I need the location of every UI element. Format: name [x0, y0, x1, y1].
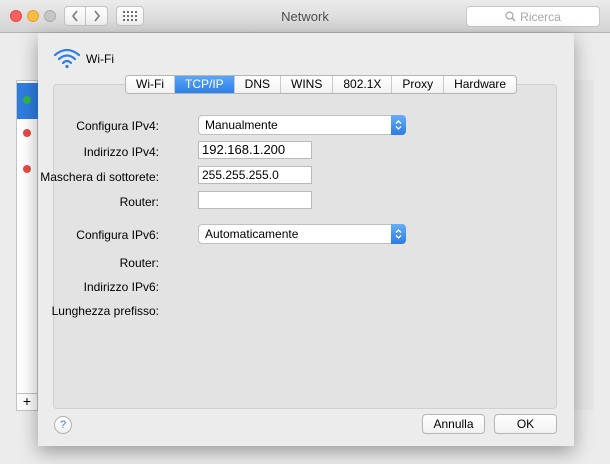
tab-hardware[interactable]: Hardware — [444, 76, 517, 93]
title-bar: Network Ricerca — [0, 0, 610, 33]
popup-arrows-icon — [391, 224, 406, 244]
configure-ipv4-value: Manualmente — [205, 118, 278, 132]
cancel-button[interactable]: Annulla — [422, 414, 485, 434]
interface-title: Wi-Fi — [86, 52, 114, 66]
status-dot-inactive — [23, 129, 31, 137]
tab-proxy[interactable]: Proxy — [392, 76, 445, 93]
tab-wins[interactable]: WINS — [281, 76, 334, 93]
status-dot-inactive — [23, 165, 31, 173]
configure-ipv4-label: Configura IPv4: — [76, 119, 159, 133]
ipv6-router-label: Router: — [119, 256, 159, 270]
ok-button[interactable]: OK — [494, 414, 557, 434]
prefix-length-label: Lunghezza prefisso: — [51, 304, 159, 318]
tab-dns[interactable]: DNS — [234, 76, 281, 93]
service-list[interactable] — [16, 80, 39, 410]
tab-bar: Wi-Fi TCP/IP DNS WINS 802.1X Proxy Hardw… — [125, 75, 518, 94]
ipv6-address-label: Indirizzo IPv6: — [83, 280, 159, 294]
tab-wifi[interactable]: Wi-Fi — [126, 76, 175, 93]
configure-ipv6-popup[interactable]: Automaticamente — [198, 224, 406, 244]
search-field[interactable]: Ricerca — [466, 6, 600, 27]
status-dot-connected — [23, 96, 31, 104]
tcpip-pane: Configura IPv4: Manualmente Indirizzo IP… — [40, 84, 557, 409]
popup-arrows-icon — [391, 115, 406, 135]
configure-ipv4-popup[interactable]: Manualmente — [198, 115, 406, 135]
configure-ipv6-value: Automaticamente — [205, 227, 299, 241]
configure-ipv6-label: Configura IPv6: — [76, 228, 159, 242]
advanced-settings-sheet: Wi-Fi Wi-Fi TCP/IP DNS WINS 802.1X Proxy… — [38, 33, 574, 446]
ipv4-router-label: Router: — [119, 195, 159, 209]
background-panel — [574, 80, 594, 410]
ipv4-address-field[interactable]: 192.168.1.200 — [198, 141, 312, 159]
subnet-mask-field[interactable]: 255.255.255.0 — [198, 166, 312, 184]
tab-tcpip[interactable]: TCP/IP — [174, 76, 235, 93]
tab-8021x[interactable]: 802.1X — [333, 76, 393, 93]
search-icon — [505, 11, 516, 22]
help-button[interactable]: ? — [54, 416, 72, 434]
wifi-icon — [53, 48, 81, 69]
ipv4-address-label: Indirizzo IPv4: — [83, 145, 159, 159]
subnet-mask-label: Maschera di sottorete: — [40, 170, 159, 184]
add-service-button[interactable]: + — [16, 393, 38, 411]
search-placeholder: Ricerca — [520, 9, 561, 24]
ipv4-router-field[interactable] — [198, 191, 312, 209]
